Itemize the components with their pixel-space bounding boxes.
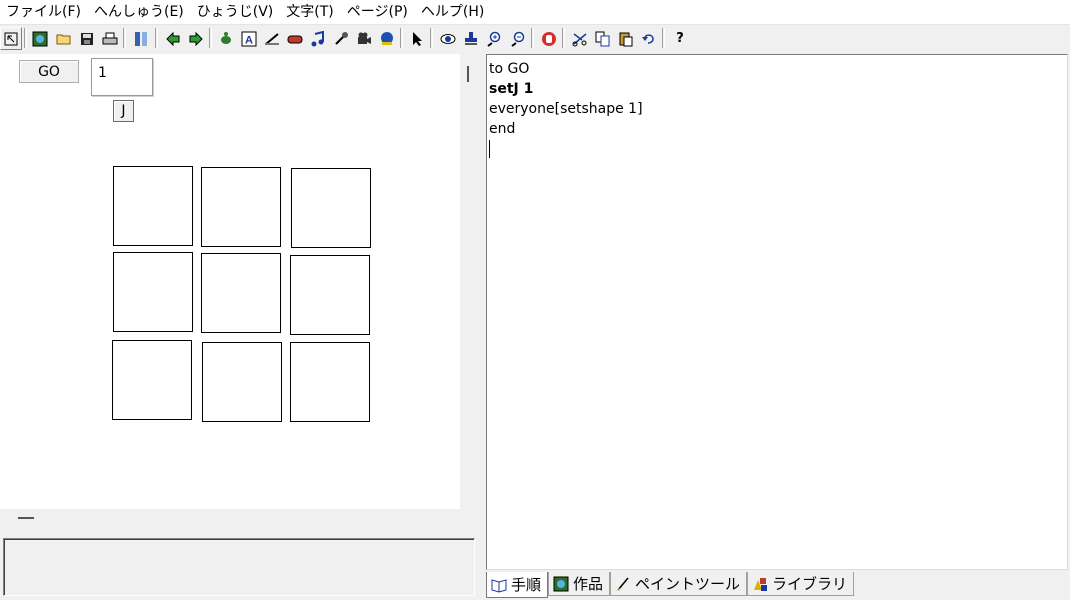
code-line: everyone[setshape 1]: [489, 101, 643, 117]
tab-label: ライブラリ: [772, 575, 848, 593]
grid-cell-2[interactable]: [201, 167, 281, 247]
grid-cell-6[interactable]: [290, 255, 370, 335]
toolbar: A ?: [0, 25, 1070, 52]
button-tool-icon[interactable]: [284, 27, 306, 50]
grid-cell-9[interactable]: [290, 342, 370, 422]
menu-text[interactable]: 文字(T): [280, 0, 340, 24]
save-icon[interactable]: [76, 27, 98, 50]
tab-label: 作品: [573, 575, 604, 593]
zoom-in-icon[interactable]: [483, 27, 505, 50]
text-box-icon[interactable]: A: [238, 27, 260, 50]
tab-label: 手順: [511, 576, 542, 594]
message-box[interactable]: [3, 538, 475, 596]
open-folder-icon[interactable]: [53, 27, 75, 50]
text-caret: [489, 140, 490, 158]
value-text-box[interactable]: 1: [91, 58, 153, 96]
menu-bar: ファイル(F) へんしゅう(E) ひょうじ(V) 文字(T) ページ(P) ヘル…: [0, 0, 1070, 25]
grid-cell-5[interactable]: [201, 253, 281, 333]
turtle-icon[interactable]: [215, 27, 237, 50]
menu-view[interactable]: ひょうじ(V): [191, 0, 281, 24]
next-page-icon[interactable]: [185, 27, 207, 50]
tab-procedures[interactable]: 手順: [486, 572, 549, 598]
procedures-editor[interactable]: to GO setJ 1 everyone[setshape 1] end: [486, 54, 1068, 570]
code-line: to GO: [489, 61, 530, 77]
page-list-icon[interactable]: [130, 27, 152, 50]
stamp-icon[interactable]: [460, 27, 482, 50]
tab-bar: 手順 作品 ペイントツール ライブラリ: [486, 572, 855, 598]
video-camera-icon[interactable]: [353, 27, 375, 50]
microphone-icon[interactable]: [330, 27, 352, 50]
paintbrush-icon: [615, 576, 631, 592]
music-icon[interactable]: [307, 27, 329, 50]
code-line: end: [489, 121, 516, 137]
grid-cell-7[interactable]: [112, 340, 192, 420]
menu-help[interactable]: ヘルプ(H): [415, 0, 491, 24]
zoom-out-icon[interactable]: [507, 27, 529, 50]
code-line: setJ 1: [489, 81, 534, 97]
go-button[interactable]: GO: [19, 60, 79, 83]
vertical-scroll-marker[interactable]: [467, 66, 469, 82]
grid-cell-1[interactable]: [113, 166, 193, 246]
undo-icon[interactable]: [638, 27, 660, 50]
j-button[interactable]: J: [113, 100, 134, 122]
network-globe-icon[interactable]: [376, 27, 398, 50]
tab-project[interactable]: 作品: [548, 572, 611, 596]
paste-icon[interactable]: [615, 27, 637, 50]
globe-icon: [553, 576, 569, 592]
tab-library[interactable]: ライブラリ: [747, 572, 855, 596]
print-icon[interactable]: [99, 27, 121, 50]
help-question-icon[interactable]: ?: [669, 27, 691, 50]
copy-icon[interactable]: [592, 27, 614, 50]
menu-edit[interactable]: へんしゅう(E): [88, 0, 191, 24]
menu-page[interactable]: ページ(P): [341, 0, 415, 24]
grid-cell-4[interactable]: [113, 252, 193, 332]
eye-icon[interactable]: [437, 27, 459, 50]
pointer-arrow-icon[interactable]: [406, 27, 428, 50]
cut-scissors-icon[interactable]: [569, 27, 591, 50]
menu-file[interactable]: ファイル(F): [0, 0, 88, 24]
tab-label: ペイントツール: [635, 575, 741, 593]
slider-icon[interactable]: [261, 27, 283, 50]
grid-cell-3[interactable]: [291, 168, 371, 248]
previous-page-icon[interactable]: [162, 27, 184, 50]
open-book-icon: [491, 577, 507, 593]
horizontal-scroll-marker[interactable]: [18, 517, 34, 519]
stop-hand-icon[interactable]: [538, 27, 560, 50]
grid-cell-8[interactable]: [202, 342, 282, 422]
shapes-library-icon: [752, 576, 768, 592]
svg-text:A: A: [245, 34, 253, 46]
tab-paint-tools[interactable]: ペイントツール: [610, 572, 748, 596]
new-project-icon[interactable]: [29, 27, 51, 50]
select-arrow-icon[interactable]: [0, 27, 22, 50]
